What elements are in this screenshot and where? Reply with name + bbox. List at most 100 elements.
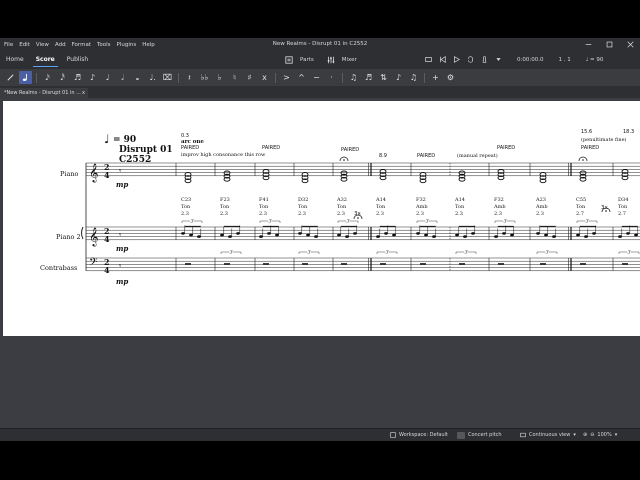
treble-clef-icon: 𝄞 bbox=[89, 227, 98, 247]
menu-view[interactable]: View bbox=[33, 42, 52, 48]
double-sharp-icon[interactable]: x bbox=[258, 71, 271, 84]
score-subtitle[interactable]: C2552 bbox=[119, 155, 151, 165]
dynamic-mp[interactable]: mp bbox=[116, 180, 128, 189]
natural-icon[interactable]: ♮ bbox=[228, 71, 241, 84]
eighth-rest-icon: 𝄾 bbox=[119, 261, 121, 270]
workspace-selector[interactable]: Workspace: Default bbox=[390, 429, 448, 441]
dynamic-mp[interactable]: mp bbox=[116, 277, 128, 286]
parts-button[interactable]: Parts bbox=[300, 57, 314, 63]
menu-tools[interactable]: Tools bbox=[94, 42, 114, 48]
playback-settings-icon[interactable] bbox=[425, 56, 432, 63]
pencil-icon[interactable] bbox=[4, 71, 17, 84]
tab-score[interactable]: Score bbox=[30, 52, 61, 67]
score-notation[interactable]: ♩ = 90 Disrupt 01 C2552 Piano Piano 2 Co… bbox=[3, 101, 640, 336]
voice-icon[interactable]: ♬ bbox=[362, 71, 375, 84]
time-sig-bottom[interactable]: 4 bbox=[104, 265, 110, 275]
annotation-15-6[interactable]: 15.6 bbox=[581, 129, 592, 135]
annotation-penultimate[interactable]: (penultimate fine) bbox=[581, 136, 627, 143]
loop-icon[interactable] bbox=[467, 56, 474, 63]
chord-label-kind: Ton bbox=[576, 204, 586, 210]
toolbar-divider bbox=[178, 72, 179, 83]
tie-icon[interactable]: ⌧ bbox=[161, 71, 174, 84]
time-sig-bottom[interactable]: 4 bbox=[104, 170, 110, 180]
zoom-out-icon[interactable]: ⊖ bbox=[590, 429, 594, 441]
score-page[interactable]: ♩ = 90 Disrupt 01 C2552 Piano Piano 2 Co… bbox=[3, 101, 640, 336]
mixer-button[interactable]: Mixer bbox=[342, 57, 357, 63]
marcato-icon[interactable]: ^ bbox=[295, 71, 308, 84]
tenuto-icon[interactable]: − bbox=[310, 71, 323, 84]
annotation-paired[interactable]: PAIRED bbox=[262, 145, 280, 151]
add-icon[interactable]: + bbox=[429, 71, 442, 84]
annotation-paired[interactable]: PAIRED bbox=[417, 153, 435, 159]
mixer-icon[interactable] bbox=[327, 56, 335, 64]
notehead bbox=[306, 233, 310, 237]
annotation-18-3[interactable]: 18.3 bbox=[623, 129, 634, 135]
annotation-manual-repeat[interactable]: (manual repeat) bbox=[457, 152, 498, 159]
play-icon[interactable] bbox=[453, 56, 460, 63]
duration-whole-icon[interactable]: 𝅝 bbox=[131, 71, 144, 84]
flip-direction-icon[interactable]: ⇅ bbox=[377, 71, 390, 84]
zoom-in-icon[interactable]: ⊕ bbox=[583, 429, 587, 441]
chord-label-kind: Ton bbox=[455, 204, 465, 210]
menu-format[interactable]: Format bbox=[69, 42, 94, 48]
menu-edit[interactable]: Edit bbox=[16, 42, 33, 48]
minimize-icon[interactable] bbox=[585, 41, 592, 48]
duration-half-icon[interactable]: 𝅗𝅥 bbox=[116, 71, 129, 84]
maximize-icon[interactable] bbox=[606, 41, 613, 48]
parts-icon[interactable] bbox=[285, 55, 293, 64]
staccato-icon[interactable]: · bbox=[325, 71, 338, 84]
duration-quarter-icon[interactable]: ♩ bbox=[101, 71, 114, 84]
annotation-paired[interactable]: PAIRED bbox=[341, 147, 359, 153]
metronome-icon[interactable] bbox=[481, 56, 488, 63]
playback-options-icon[interactable] bbox=[495, 56, 502, 63]
duration-eighth-icon[interactable]: ♪ bbox=[86, 71, 99, 84]
slur-icon[interactable]: ♫ bbox=[407, 71, 420, 84]
score-title[interactable]: Disrupt 01 bbox=[119, 145, 173, 155]
tuplet-number: 3 bbox=[426, 219, 429, 225]
double-flat-icon[interactable]: ♭♭ bbox=[198, 71, 211, 84]
augmentation-dot-icon[interactable]: ♩. bbox=[146, 71, 159, 84]
menu-plugins[interactable]: Plugins bbox=[114, 42, 140, 48]
sharp-icon[interactable]: ♯ bbox=[243, 71, 256, 84]
customize-toolbar-icon[interactable]: ⚙ bbox=[444, 71, 457, 84]
instrument-name-piano-2[interactable]: Piano 2 bbox=[56, 233, 81, 241]
zoom-dropdown-icon[interactable]: ▾ bbox=[615, 429, 618, 441]
duration-64th-icon[interactable]: 𝅘𝅥𝅯 bbox=[41, 71, 54, 84]
duration-16th-icon[interactable]: ♬ bbox=[71, 71, 84, 84]
chord-label-val: 2.3 bbox=[455, 211, 463, 217]
tuplet-icon[interactable]: ♫ bbox=[347, 71, 360, 84]
annotation-paired[interactable]: PAIRED bbox=[581, 145, 599, 151]
notehead bbox=[353, 232, 357, 235]
notehead bbox=[510, 233, 514, 237]
concert-pitch-checkbox[interactable] bbox=[457, 431, 465, 439]
note-input-mode-icon[interactable] bbox=[19, 71, 32, 84]
annotation-paired[interactable]: PAIRED bbox=[497, 145, 515, 151]
time-sig-bottom[interactable]: 4 bbox=[104, 234, 110, 244]
instrument-name-contrabass[interactable]: Contrabass bbox=[40, 264, 77, 272]
view-mode-selector[interactable]: Continuous view ▾ bbox=[520, 429, 576, 441]
annotation-8-9[interactable]: 8.9 bbox=[379, 153, 387, 159]
concert-pitch-toggle[interactable]: Concert pitch bbox=[457, 429, 502, 441]
rest-icon[interactable]: 𝄽 bbox=[183, 71, 196, 84]
score-canvas[interactable]: ♩ = 90 Disrupt 01 C2552 Piano Piano 2 Co… bbox=[0, 98, 640, 428]
instrument-name-piano[interactable]: Piano bbox=[60, 170, 79, 178]
annotation-improv[interactable]: improv high consonance this row bbox=[181, 152, 266, 158]
close-icon[interactable] bbox=[627, 41, 634, 48]
menu-help[interactable]: Help bbox=[139, 42, 158, 48]
dynamic-mp[interactable]: mp bbox=[116, 244, 128, 253]
voice-select-icon[interactable]: ♪ bbox=[392, 71, 405, 84]
chord-label-val: 2.3 bbox=[494, 211, 502, 217]
close-tab-icon[interactable]: x bbox=[82, 88, 85, 98]
zoom-level[interactable]: 100% bbox=[597, 429, 611, 441]
menu-add[interactable]: Add bbox=[52, 42, 69, 48]
rewind-icon[interactable] bbox=[439, 56, 446, 63]
accent-icon[interactable]: > bbox=[280, 71, 293, 84]
duration-32nd-icon[interactable]: 𝅘𝅥𝅰 bbox=[56, 71, 69, 84]
annotation-paired[interactable]: PAIRED bbox=[181, 145, 199, 151]
menu-file[interactable]: File bbox=[0, 42, 16, 48]
tab-publish[interactable]: Publish bbox=[61, 52, 94, 67]
flat-icon[interactable]: ♭ bbox=[213, 71, 226, 84]
document-tab[interactable]: *New Realms - Disrupt 01 in ... x bbox=[0, 88, 88, 98]
tempo-marking[interactable]: = 90 bbox=[113, 135, 136, 145]
tab-home[interactable]: Home bbox=[0, 52, 30, 67]
